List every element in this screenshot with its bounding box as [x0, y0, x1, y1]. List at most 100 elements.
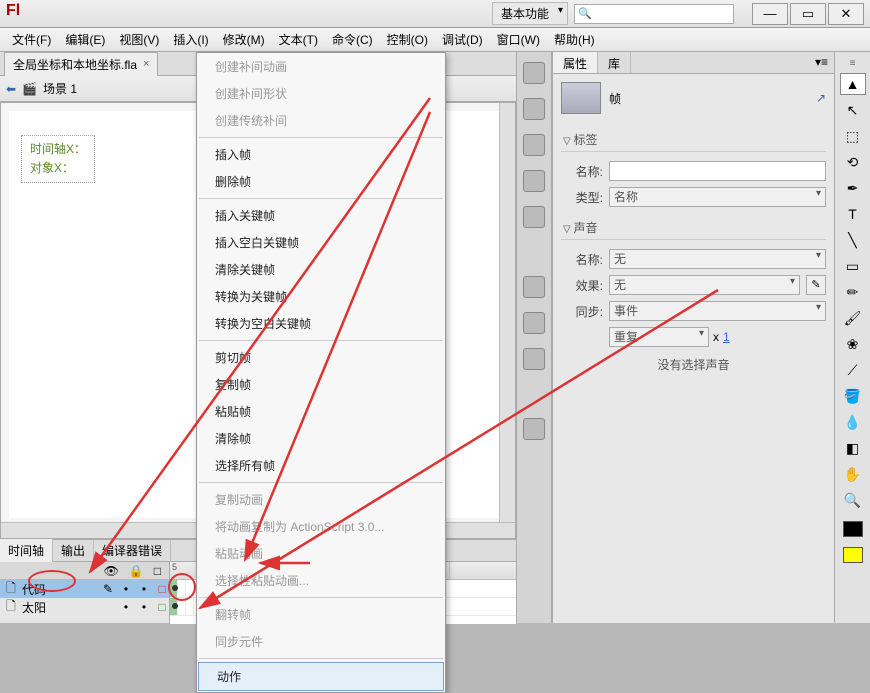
- repeat-select[interactable]: 重复: [609, 327, 709, 347]
- label-type-select[interactable]: 名称: [609, 187, 826, 207]
- pencil-tool[interactable]: ✏: [840, 281, 866, 303]
- rect-tool[interactable]: ▭: [840, 255, 866, 277]
- ctx-clear-kf[interactable]: 清除关键帧: [197, 256, 445, 283]
- frame-name-input[interactable]: [609, 161, 826, 181]
- color-panel-icon[interactable]: [523, 62, 545, 84]
- pen-tool[interactable]: ✒: [840, 177, 866, 199]
- menu-help[interactable]: 帮助(H): [548, 28, 601, 51]
- selection-tool[interactable]: ▲: [840, 73, 866, 95]
- library-panel-icon[interactable]: [523, 276, 545, 298]
- deco-tool[interactable]: ❀: [840, 333, 866, 355]
- sound-name-select[interactable]: 无: [609, 249, 826, 269]
- lock-dot[interactable]: •: [137, 600, 151, 614]
- menu-text[interactable]: 文本(T): [273, 28, 324, 51]
- section-label[interactable]: 标签: [561, 128, 826, 152]
- outline-icon[interactable]: □: [154, 564, 161, 578]
- ctx-insert-frame[interactable]: 插入帧: [197, 141, 445, 168]
- ctx-clear-frames[interactable]: 清除帧: [197, 425, 445, 452]
- menu-window[interactable]: 窗口(W): [491, 28, 546, 51]
- subselect-tool[interactable]: ↖: [840, 99, 866, 121]
- properties-panel: 属性 库 ▾≡ 帧 ↗ 标签 名称: 类型: 名称 声音 名称: 无: [552, 52, 834, 623]
- ctx-select-all-frames[interactable]: 选择所有帧: [197, 452, 445, 479]
- ctx-actions[interactable]: 动作: [198, 662, 444, 691]
- ctx-copy-as3: 将动画复制为 ActionScript 3.0...: [197, 513, 445, 540]
- close-button[interactable]: ✕: [828, 3, 864, 25]
- vis-dot[interactable]: •: [119, 600, 133, 614]
- ctx-to-blank-kf[interactable]: 转换为空白关键帧: [197, 310, 445, 337]
- menu-edit[interactable]: 编辑(E): [59, 28, 111, 51]
- eye-icon[interactable]: 👁: [104, 564, 119, 578]
- effect-label: 效果:: [561, 277, 603, 294]
- tab-properties[interactable]: 属性: [553, 52, 598, 73]
- menu-control[interactable]: 控制(O): [381, 28, 434, 51]
- bone-tool[interactable]: ⟋: [840, 359, 866, 381]
- tab-close-icon[interactable]: ×: [143, 58, 149, 70]
- actions-panel-icon[interactable]: [523, 312, 545, 334]
- titlebar: Fl 基本功能 — ▭ ✕: [0, 0, 870, 28]
- bucket-tool[interactable]: 🪣: [840, 385, 866, 407]
- outline-box[interactable]: □: [155, 600, 169, 614]
- tab-timeline[interactable]: 时间轴: [0, 539, 53, 562]
- lock-dot[interactable]: •: [137, 582, 151, 596]
- ctx-sep: [199, 482, 443, 483]
- ctx-copy-frames[interactable]: 复制帧: [197, 371, 445, 398]
- repeat-count[interactable]: 1: [723, 330, 730, 344]
- workspace-dropdown[interactable]: 基本功能: [492, 2, 568, 25]
- lock-icon[interactable]: 🔒: [129, 564, 144, 578]
- eyedropper-tool[interactable]: 💧: [840, 411, 866, 433]
- ctx-paste-frames[interactable]: 粘贴帧: [197, 398, 445, 425]
- ctx-to-kf[interactable]: 转换为关键帧: [197, 283, 445, 310]
- swatches-panel-icon[interactable]: [523, 98, 545, 120]
- v-scrollbar[interactable]: [499, 103, 515, 522]
- menu-modify[interactable]: 修改(M): [217, 28, 271, 51]
- menu-insert[interactable]: 插入(I): [167, 28, 214, 51]
- tab-output[interactable]: 输出: [53, 539, 94, 562]
- back-icon[interactable]: ⬅: [6, 82, 16, 96]
- frame-type-icon: [561, 82, 601, 114]
- text-tool[interactable]: T: [840, 203, 866, 225]
- panel-opts-icon[interactable]: ▾≡: [809, 52, 834, 73]
- layer-row-code[interactable]: 🗋 代码 ✎ • • □: [0, 580, 169, 598]
- search-input[interactable]: [574, 4, 734, 24]
- effect-select[interactable]: 无: [609, 275, 800, 295]
- components-panel-icon[interactable]: [523, 418, 545, 440]
- align-panel-icon[interactable]: [523, 134, 545, 156]
- menu-commands[interactable]: 命令(C): [326, 28, 379, 51]
- menu-view[interactable]: 视图(V): [113, 28, 165, 51]
- section-sound[interactable]: 声音: [561, 216, 826, 240]
- zoom-tool[interactable]: 🔍: [840, 489, 866, 511]
- fill-swatch[interactable]: [843, 547, 863, 563]
- behaviors-panel-icon[interactable]: [523, 348, 545, 370]
- info-panel-icon[interactable]: [523, 170, 545, 192]
- lasso-tool[interactable]: ⟲: [840, 151, 866, 173]
- scene-name[interactable]: 场景 1: [43, 80, 77, 97]
- hand-tool[interactable]: ✋: [840, 463, 866, 485]
- free-transform-tool[interactable]: ⬚: [840, 125, 866, 147]
- ctx-cut-frames[interactable]: 剪切帧: [197, 344, 445, 371]
- ctx-remove-frame[interactable]: 删除帧: [197, 168, 445, 195]
- tab-library[interactable]: 库: [598, 52, 631, 73]
- menu-file[interactable]: 文件(F): [6, 28, 57, 51]
- ctx-paste-special: 选择性粘贴动画...: [197, 567, 445, 594]
- eraser-tool[interactable]: ◧: [840, 437, 866, 459]
- brush-tool[interactable]: 🖌: [840, 307, 866, 329]
- outline-box[interactable]: □: [155, 582, 169, 596]
- layer-row-sun[interactable]: 🗋 太阳 • • □: [0, 598, 169, 616]
- sync-select[interactable]: 事件: [609, 301, 826, 321]
- keyframe[interactable]: [170, 598, 178, 615]
- help-icon[interactable]: ↗: [816, 91, 826, 105]
- vis-dot[interactable]: •: [119, 582, 133, 596]
- transform-panel-icon[interactable]: [523, 206, 545, 228]
- line-tool[interactable]: ╲: [840, 229, 866, 251]
- no-sound-note: 没有选择声音: [561, 350, 826, 379]
- stage-text-block[interactable]: 时间轴X： 对象X：: [21, 135, 95, 183]
- minimize-button[interactable]: —: [752, 3, 788, 25]
- ctx-insert-blank-kf[interactable]: 插入空白关键帧: [197, 229, 445, 256]
- tab-errors[interactable]: 编译器错误: [94, 539, 171, 562]
- menu-debug[interactable]: 调试(D): [436, 28, 489, 51]
- edit-effect-icon[interactable]: ✎: [806, 275, 826, 295]
- maximize-button[interactable]: ▭: [790, 3, 826, 25]
- document-tab[interactable]: 全局坐标和本地坐标.fla ×: [4, 52, 158, 76]
- ctx-insert-kf[interactable]: 插入关键帧: [197, 202, 445, 229]
- stroke-swatch[interactable]: [843, 521, 863, 537]
